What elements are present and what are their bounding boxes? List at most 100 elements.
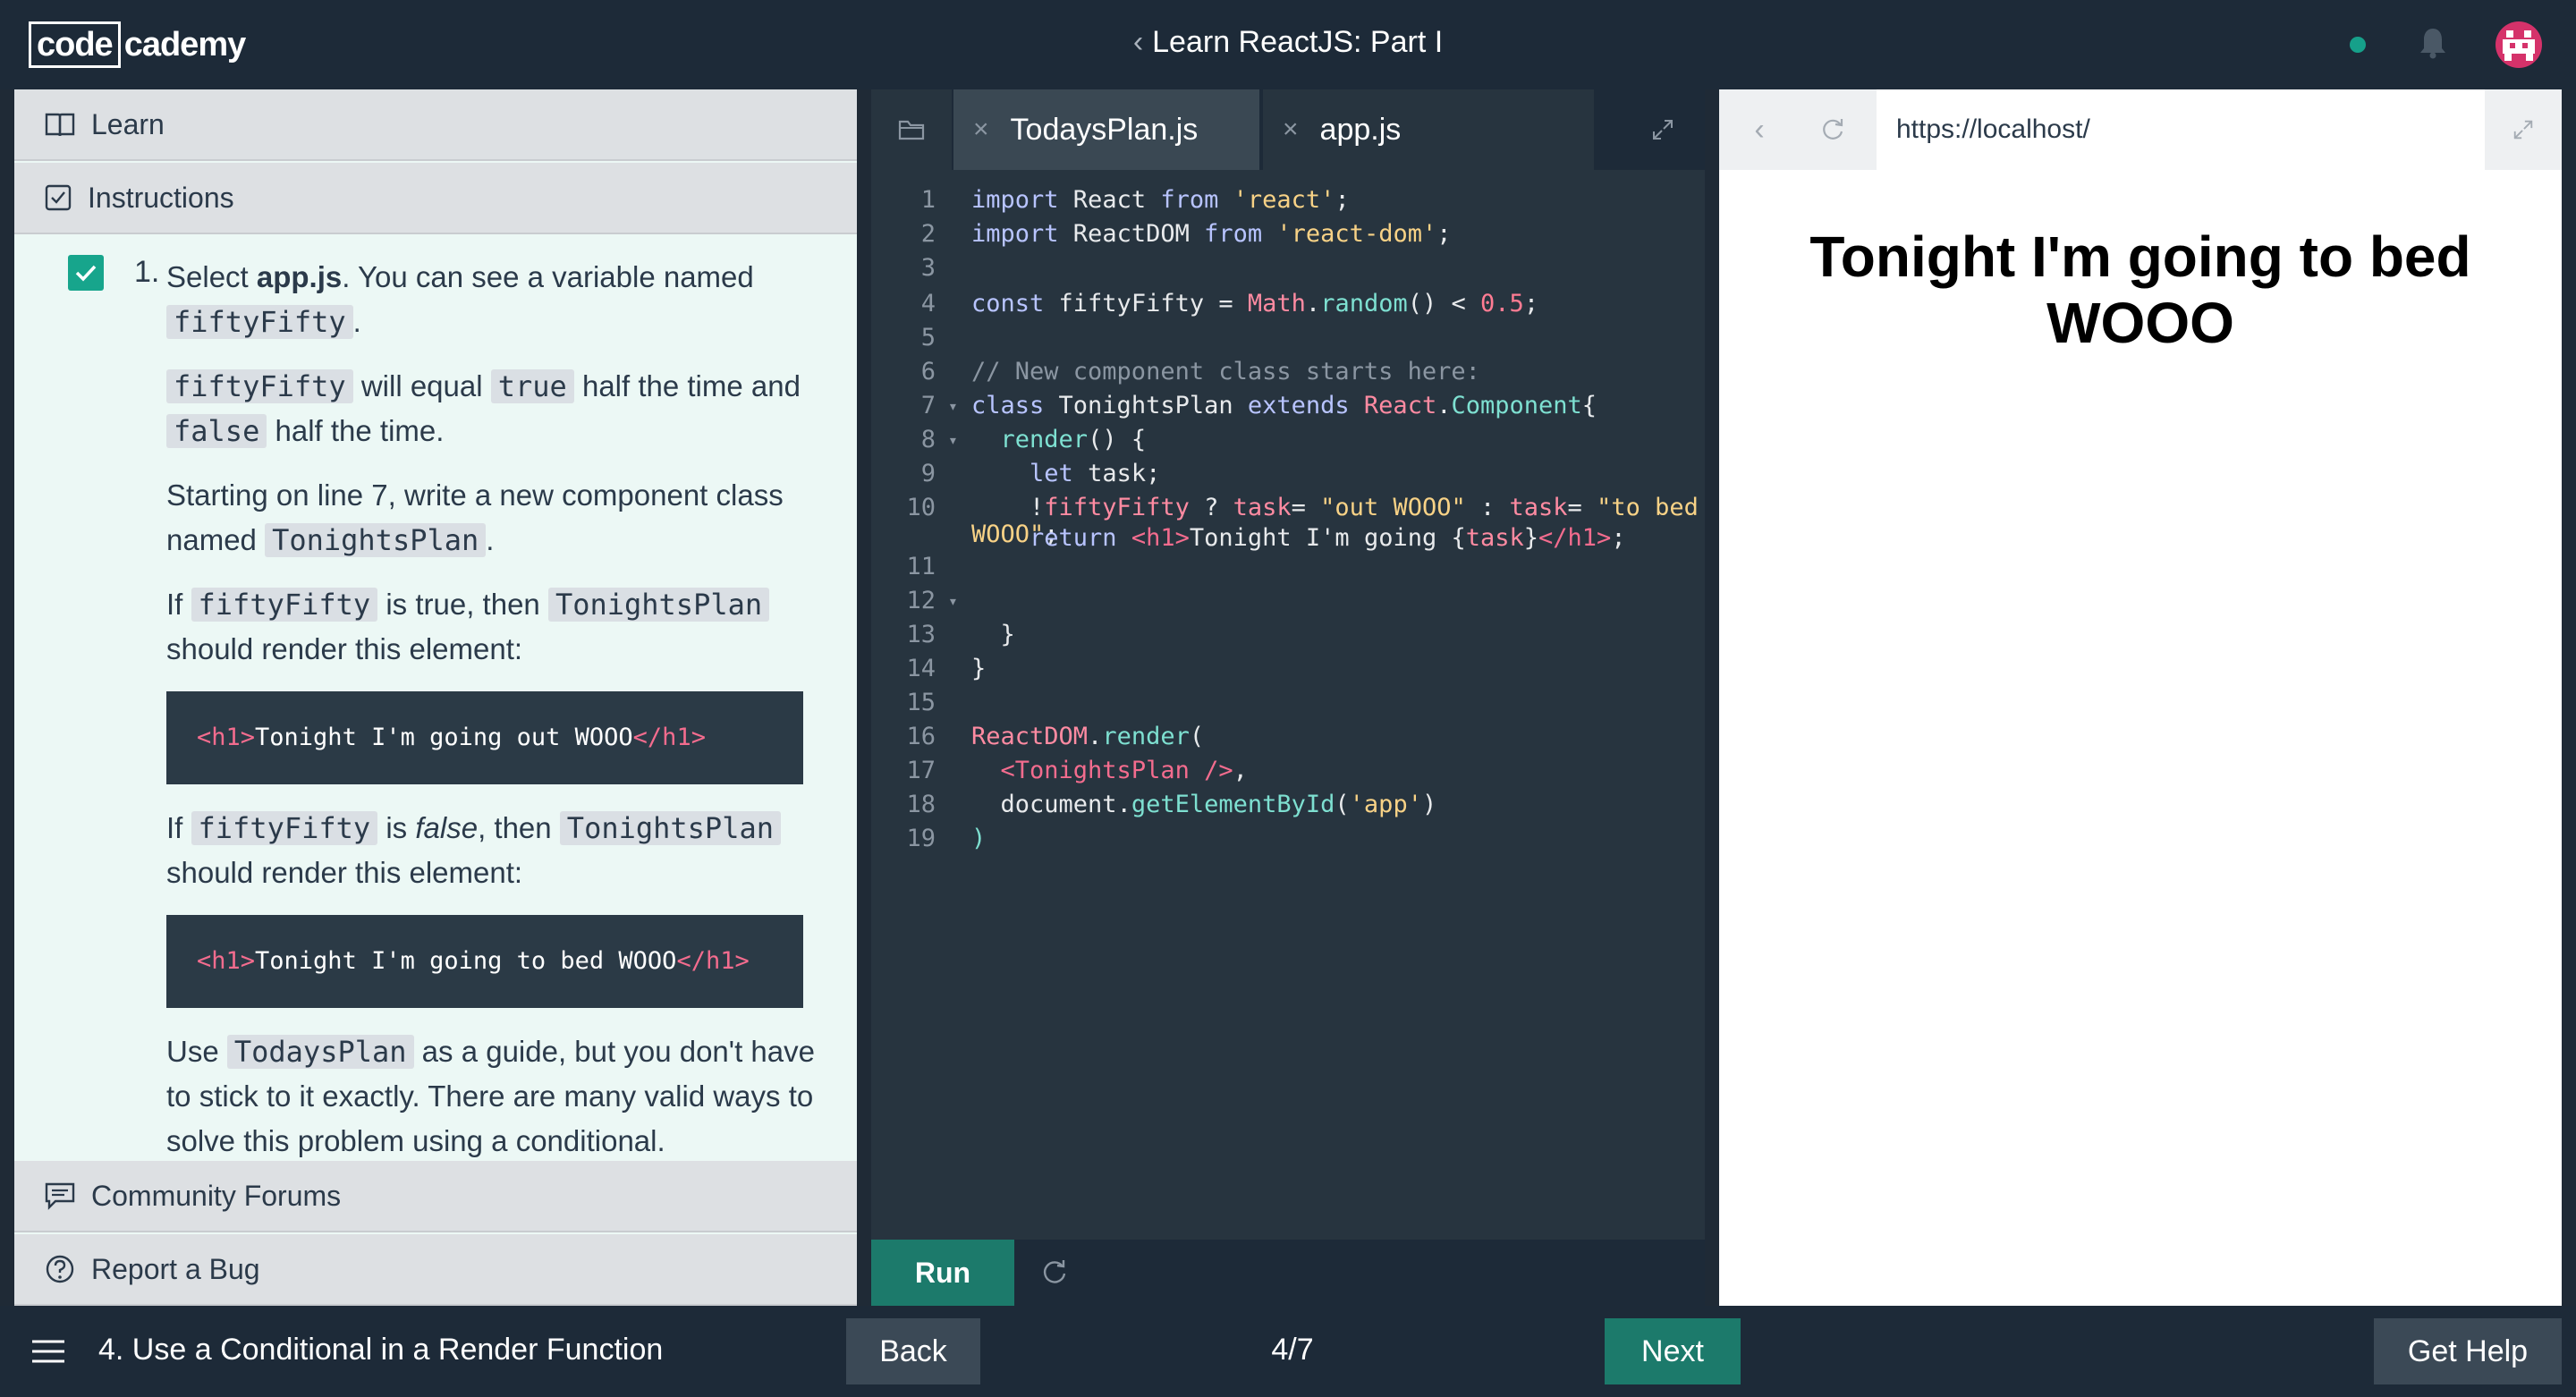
refresh-icon[interactable] — [1819, 116, 1846, 143]
bell-icon[interactable] — [2419, 27, 2447, 59]
code-token: task — [1233, 494, 1292, 521]
code-token: < — [1451, 290, 1466, 318]
code-line: let task; — [971, 460, 1160, 487]
line-number: 16 — [906, 723, 936, 750]
text: is — [377, 811, 416, 844]
run-button[interactable]: Run — [871, 1240, 1014, 1306]
code-token: fiftyFifty — [1044, 290, 1219, 318]
back-button[interactable]: Back — [846, 1318, 980, 1384]
top-header: code cademy ‹ Learn ReactJS: Part I — [0, 0, 2576, 89]
browser-back-button[interactable]: ‹ — [1737, 107, 1782, 152]
output-heading: Tonight I'm going to bed WOOO — [1809, 224, 2471, 355]
chevron-left-icon: ‹ — [1132, 25, 1144, 59]
code-token: TonightsPlan — [1044, 392, 1248, 419]
code-text: Tonight I'm going to bed WOOO — [255, 947, 677, 975]
code-token: Tonight I'm going { — [1189, 524, 1466, 552]
code-line: import React from 'react'; — [971, 186, 1350, 214]
code-token: getElementById — [1131, 791, 1335, 818]
text: is true, then — [377, 588, 548, 621]
avatar-icon — [2503, 30, 2535, 61]
line-number: 2 — [920, 220, 936, 248]
text: Use — [166, 1035, 227, 1068]
code-token: . — [1436, 392, 1452, 419]
community-forums-label: Community Forums — [91, 1179, 342, 1212]
community-forums-header[interactable]: Community Forums — [14, 1161, 857, 1232]
code-line: ReactDOM.render( — [971, 723, 1204, 750]
code-token: render — [1102, 723, 1190, 750]
code-token: return — [1030, 524, 1117, 552]
paragraph-5: If fiftyFifty is false, then TonightsPla… — [166, 806, 819, 895]
code-token: ReactDOM — [971, 723, 1089, 750]
inline-code: TonightsPlan — [559, 811, 781, 845]
reset-icon[interactable] — [1039, 1257, 1070, 1288]
code-area[interactable]: 1 2 3 4 5 6 7 8 9 10 11 12 13 14 15 16 17 18 19 ▾ ▾ ▾ import R… — [871, 170, 1705, 1327]
tab-todaysplan[interactable]: × TodaysPlan.js — [953, 89, 1259, 170]
code-token: extends — [1247, 392, 1350, 419]
line-number: 14 — [906, 655, 936, 682]
code-line: return <h1>Tonight I'm going {task}</h1>… — [971, 524, 1626, 552]
line-number: 15 — [906, 689, 936, 716]
close-icon[interactable]: × — [973, 114, 989, 145]
code-token: const — [971, 290, 1045, 318]
text: Select — [166, 260, 257, 293]
browser-preview: ‹ https://localhost/ Tonight I'm going t… — [1719, 89, 2562, 1306]
tab-label: TodaysPlan.js — [1010, 112, 1199, 147]
step-text: Select app.js. You can see a variable na… — [166, 255, 819, 1183]
code-line: } — [971, 655, 987, 682]
expand-editor-button[interactable] — [1621, 89, 1705, 170]
file-browser-button[interactable] — [871, 89, 952, 170]
folder-icon — [898, 120, 925, 140]
paragraph-2: fiftyFifty will equal true half the time… — [166, 364, 819, 453]
next-button[interactable]: Next — [1605, 1318, 1741, 1384]
text: If — [166, 588, 191, 621]
text: should render this element: — [166, 632, 523, 665]
code-token: . — [1116, 791, 1131, 818]
task-checkbox[interactable] — [68, 255, 104, 291]
fold-arrow-icon[interactable]: ▾ — [948, 397, 958, 416]
close-icon[interactable]: × — [1283, 114, 1299, 145]
code-token: "to bed — [1597, 494, 1699, 521]
menu-icon[interactable] — [32, 1338, 64, 1365]
code-token: ( — [1189, 723, 1205, 750]
code-token: = — [1218, 290, 1233, 318]
user-avatar[interactable] — [2496, 21, 2542, 68]
course-title[interactable]: ‹ Learn ReactJS: Part I — [0, 25, 2576, 60]
tab-appjs[interactable]: × app.js — [1263, 89, 1594, 170]
browser-url-bar: ‹ https://localhost/ — [1719, 89, 2562, 170]
fold-arrow-icon[interactable]: ▾ — [948, 431, 958, 450]
code-line: <TonightsPlan />, — [971, 757, 1248, 784]
fold-arrow-icon[interactable]: ▾ — [948, 592, 958, 611]
get-help-button[interactable]: Get Help — [2374, 1318, 2562, 1384]
instructions-section-header[interactable]: Instructions — [14, 163, 857, 234]
paragraph-3: Starting on line 7, write a new componen… — [166, 473, 819, 563]
code-token: . — [1088, 723, 1103, 750]
learn-section-header[interactable]: Learn — [14, 89, 857, 161]
url-input[interactable]: https://localhost/ — [1877, 89, 2485, 170]
check-icon — [75, 265, 97, 282]
code-token: from — [1204, 220, 1263, 248]
code-token: ; — [1611, 524, 1626, 552]
code-editor: × TodaysPlan.js × app.js 1 2 3 4 5 6 7 8 9 10 11 12… — [871, 89, 1705, 1327]
chat-icon — [45, 1182, 75, 1210]
code-tag: </h1> — [676, 947, 750, 975]
bottom-nav-bar: 4. Use a Conditional in a Render Functio… — [0, 1306, 2576, 1397]
code-line: import ReactDOM from 'react-dom'; — [971, 220, 1451, 248]
code-token: ReactDOM — [1058, 220, 1205, 248]
line-number: 8 — [920, 426, 936, 453]
lesson-name[interactable]: 4. Use a Conditional in a Render Functio… — [98, 1333, 663, 1367]
code-line: render() { — [971, 426, 1147, 453]
expand-browser-button[interactable] — [2485, 89, 2562, 170]
code-example-bed: <h1>Tonight I'm going to bed WOOO</h1> — [166, 915, 803, 1008]
report-bug-header[interactable]: Report a Bug — [14, 1234, 857, 1306]
code-token: ; — [1436, 220, 1452, 248]
paragraph-1: Select app.js. You can see a variable na… — [166, 255, 819, 344]
learn-label: Learn — [91, 107, 165, 140]
text: half the time. — [267, 414, 445, 447]
line-number: 9 — [920, 460, 936, 487]
